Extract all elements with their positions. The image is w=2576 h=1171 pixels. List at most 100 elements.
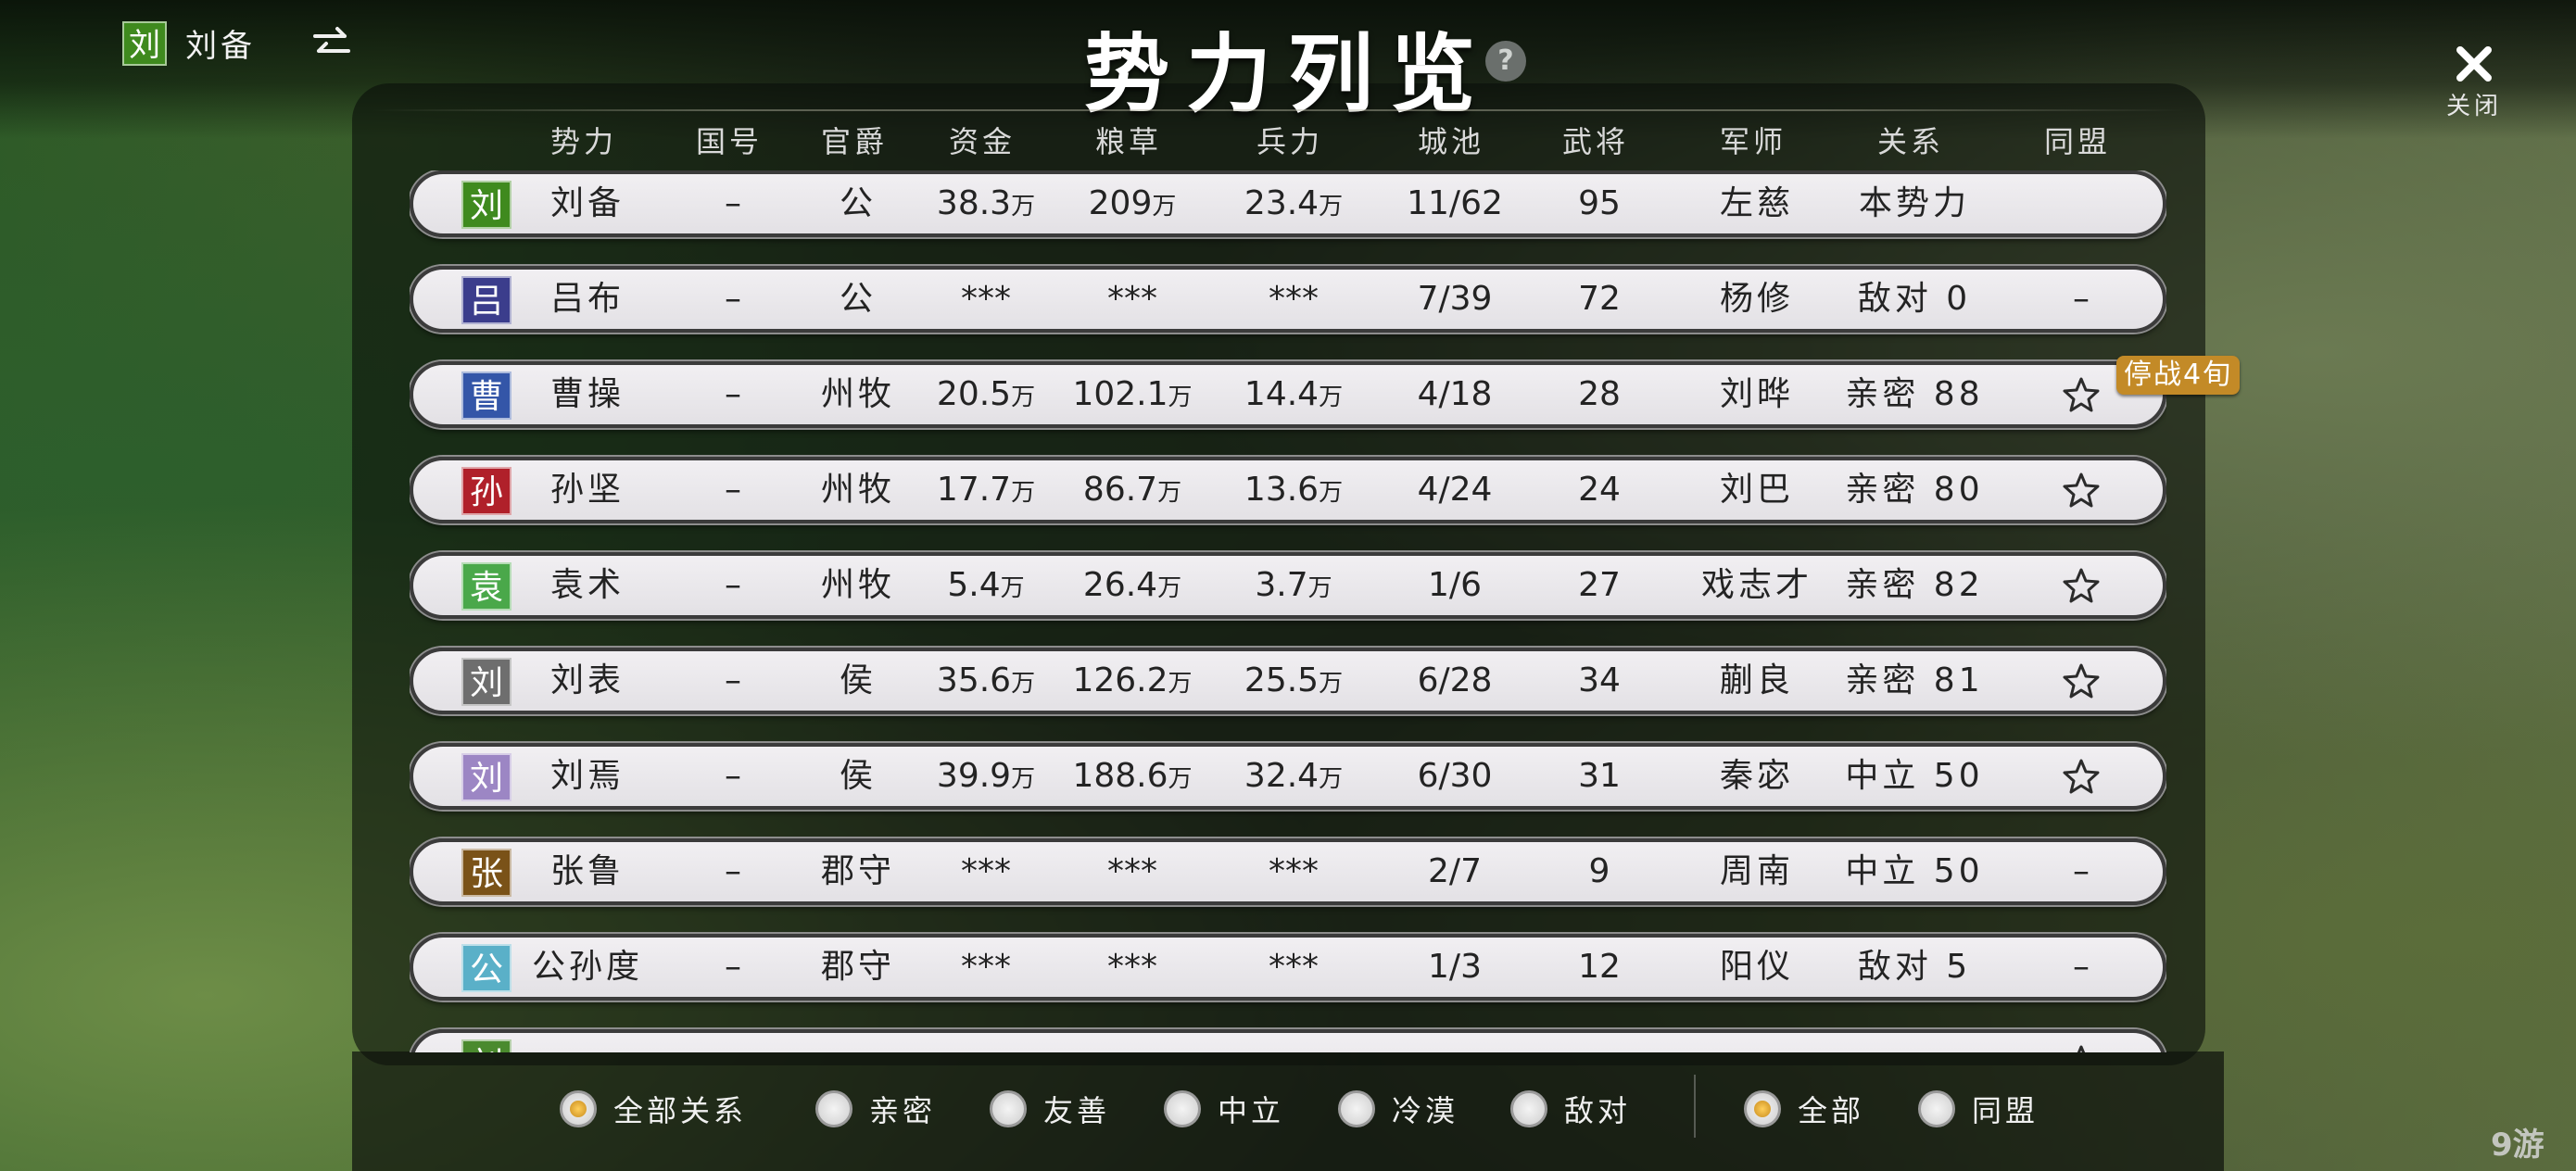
unit-label: 万	[1157, 574, 1182, 602]
cell-name: 公孙度	[531, 948, 644, 986]
cell-troops: ***	[1269, 852, 1319, 890]
faction-row[interactable]: 袁袁术 – 州牧 5.4万 26.4万 3.7万 1/6 27 戏志才 亲密 82	[410, 552, 2166, 619]
value: 86.7	[1082, 471, 1158, 509]
alliance-star-icon[interactable]	[2062, 1044, 2101, 1052]
cell-food: ***	[1107, 852, 1157, 890]
alliance-star-icon[interactable]	[2062, 472, 2101, 509]
title-divider	[371, 109, 2187, 111]
faction-row[interactable]: 吕吕布 – 公 *** *** *** 7/39 72 杨修 敌对 0 –	[410, 266, 2166, 333]
filter-radio[interactable]: 敌对	[1510, 1088, 1631, 1130]
cell-food: 102.1万	[1072, 365, 1192, 427]
cell-funds: 17.7万	[937, 460, 1035, 523]
cell-troops: 13.6万	[1244, 460, 1343, 523]
cell-generals: 24	[1578, 471, 1621, 509]
column-header[interactable]: 军师	[1720, 119, 1787, 161]
radio-dot-icon[interactable]	[990, 1090, 1027, 1127]
cell-food: 209万	[1089, 174, 1177, 236]
truce-badge: 停战4旬	[2116, 356, 2241, 395]
faction-chip: 刘	[461, 181, 511, 229]
value: 35.6	[936, 661, 1012, 699]
cell-food: 126.2万	[1072, 651, 1192, 713]
watermark-logo: 9游	[2491, 1127, 2544, 1164]
faction-row[interactable]: 刘	[410, 1029, 2166, 1052]
faction-row[interactable]: 刘刘备 – 公 38.3万 209万 23.4万 11/62 95 左慈 本势力	[410, 170, 2166, 237]
cell-cities: 1/6	[1428, 566, 1482, 604]
cell-troops: ***	[1269, 948, 1319, 986]
cell-funds: 35.6万	[937, 651, 1035, 713]
radio-label: 全部	[1798, 1093, 1865, 1128]
cell-relation: 中立 50	[1845, 757, 1984, 795]
cell-generals: 28	[1578, 375, 1621, 413]
alliance-star-icon[interactable]	[2062, 758, 2101, 795]
cell-relation: 亲密 81	[1845, 661, 1984, 699]
cell-cities: 11/62	[1407, 184, 1503, 222]
value: 26.4	[1082, 566, 1158, 604]
cell-troops: 32.4万	[1244, 747, 1343, 809]
filter-radio[interactable]: 冷漠	[1338, 1088, 1458, 1130]
cell-advisor: 阳仪	[1719, 948, 1795, 986]
column-header[interactable]: 官爵	[821, 119, 888, 161]
cell-advisor: 刘晔	[1719, 375, 1795, 413]
column-header[interactable]: 关系	[1877, 119, 1944, 161]
filter-radio[interactable]: 同盟	[1918, 1088, 2039, 1130]
cell-funds: ***	[961, 280, 1011, 318]
column-header[interactable]: 资金	[949, 119, 1016, 161]
alliance-star-icon[interactable]	[2062, 662, 2101, 699]
cell-kingdom: –	[725, 280, 741, 318]
filter-radio[interactable]: 全部关系	[560, 1088, 747, 1130]
faction-chip: 孙	[461, 467, 511, 515]
alliance-star-icon[interactable]	[2062, 376, 2101, 413]
cell-troops: 3.7万	[1255, 556, 1332, 618]
cell-food: ***	[1107, 948, 1157, 986]
radio-dot-icon[interactable]	[1510, 1090, 1547, 1127]
radio-dot-icon[interactable]	[1744, 1090, 1781, 1127]
cell-advisor: 秦宓	[1719, 757, 1795, 795]
faction-row[interactable]: 公公孙度 – 郡守 *** *** *** 1/3 12 阳仪 敌对 5 –	[410, 934, 2166, 1001]
column-header[interactable]: 势力	[550, 119, 617, 161]
filter-radio[interactable]: 全部	[1744, 1088, 1864, 1130]
help-icon[interactable]: ?	[1485, 41, 1526, 82]
radio-dot-icon[interactable]	[1164, 1090, 1201, 1127]
cell-generals: 34	[1578, 661, 1621, 699]
faction-list[interactable]: 刘刘备 – 公 38.3万 209万 23.4万 11/62 95 左慈 本势力吕吕布 – 公 *** *…	[410, 170, 2166, 1052]
faction-row[interactable]: 刘刘表 – 侯 35.6万 126.2万 25.5万 6/28 34 蒯良 亲密 81	[410, 648, 2166, 714]
cell-relation: 亲密 80	[1845, 471, 1984, 509]
faction-row[interactable]: 曹曹操 – 州牧 20.5万 102.1万 14.4万 4/18 28 刘晔 亲密 88	[410, 361, 2166, 428]
value: 32.4	[1244, 757, 1320, 795]
close-button[interactable]: 关闭	[2437, 43, 2511, 121]
faction-chip: 刘	[461, 753, 511, 801]
radio-dot-icon[interactable]	[1338, 1090, 1375, 1127]
column-header[interactable]: 粮草	[1095, 119, 1162, 161]
cell-cities: 2/7	[1428, 852, 1482, 890]
unit-label: 万	[1168, 384, 1193, 411]
faction-row[interactable]: 孙孙坚 – 州牧 17.7万 86.7万 13.6万 4/24 24 刘巴 亲密 80	[410, 457, 2166, 523]
filter-radio[interactable]: 亲密	[815, 1088, 936, 1130]
cell-name: 张鲁	[549, 852, 625, 890]
cell-rank: 郡守	[820, 852, 896, 890]
column-header[interactable]: 城池	[1418, 119, 1484, 161]
cell-alliance: –	[2073, 948, 2090, 986]
column-header[interactable]: 兵力	[1256, 119, 1323, 161]
radio-dot-icon[interactable]	[560, 1090, 597, 1127]
value: 17.7	[936, 471, 1012, 509]
cell-relation: 敌对 5	[1857, 948, 1972, 986]
cell-kingdom: –	[725, 471, 741, 509]
alliance-star-icon[interactable]	[2062, 567, 2101, 604]
radio-dot-icon[interactable]	[1918, 1090, 1955, 1127]
cell-advisor: 刘巴	[1719, 471, 1795, 509]
value: 126.2	[1072, 661, 1168, 699]
value: 20.5	[936, 375, 1012, 413]
cell-generals: 31	[1578, 757, 1621, 795]
faction-row[interactable]: 张张鲁 – 郡守 *** *** *** 2/7 9 周南 中立 50 –	[410, 838, 2166, 905]
cell-funds: 39.9万	[937, 747, 1035, 809]
cell-funds: ***	[961, 852, 1011, 890]
faction-row[interactable]: 刘刘焉 – 侯 39.9万 188.6万 32.4万 6/30 31 秦宓 中立 50	[410, 743, 2166, 810]
unit-label: 万	[1168, 765, 1193, 793]
column-header[interactable]: 同盟	[2044, 119, 2111, 161]
filter-radio[interactable]: 友善	[990, 1088, 1110, 1130]
filter-radio[interactable]: 中立	[1164, 1088, 1284, 1130]
cell-rank: 州牧	[820, 375, 896, 413]
column-header[interactable]: 国号	[696, 119, 763, 161]
column-header[interactable]: 武将	[1562, 119, 1629, 161]
radio-dot-icon[interactable]	[815, 1090, 852, 1127]
